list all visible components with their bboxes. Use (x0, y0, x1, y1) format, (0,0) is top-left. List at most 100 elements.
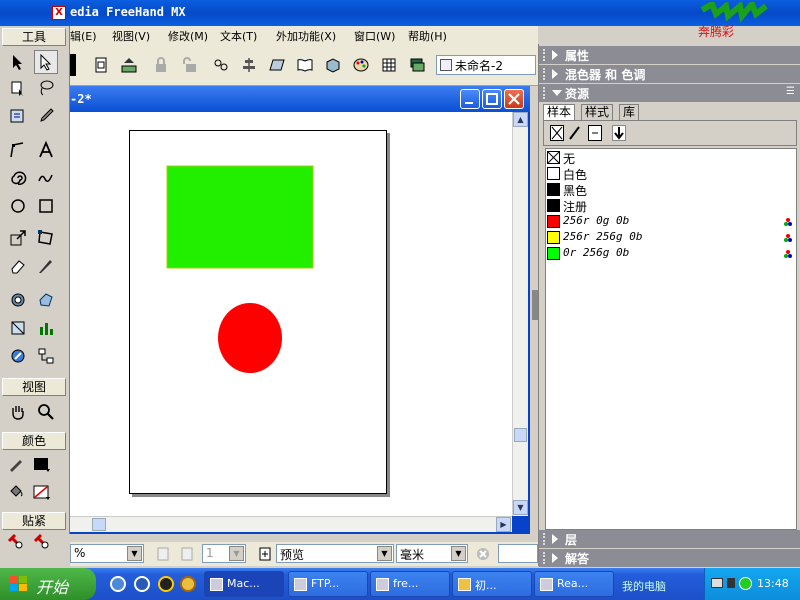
swatch-row[interactable]: 0r 256g 0b (546, 246, 796, 262)
knife-tool[interactable] (34, 254, 58, 278)
swatch-row[interactable]: 白色 (546, 166, 796, 182)
text-mode-button[interactable] (588, 125, 602, 141)
menu-view[interactable]: 视图(V) (112, 28, 150, 44)
menu-modify[interactable]: 修改(M) (168, 28, 208, 44)
swatch-row[interactable]: 无 (546, 150, 796, 166)
task-realplayer[interactable]: Rea... (534, 571, 614, 597)
cancel-render-button[interactable] (472, 543, 494, 565)
swatch-row[interactable]: 256r 0g 0b (546, 214, 796, 230)
maximize-button[interactable] (482, 89, 502, 109)
panel-menu-icon[interactable]: ☰ (786, 86, 795, 97)
distort-tool[interactable] (34, 226, 58, 250)
menu-xtras[interactable]: 外加功能(X) (276, 28, 336, 44)
horizontal-scrollbar[interactable]: ▶ (70, 516, 512, 532)
stroke-color-swatch[interactable] (30, 452, 54, 476)
tab-swatches[interactable]: 样本 (543, 104, 576, 120)
export-button[interactable] (118, 54, 140, 76)
menu-text[interactable]: 文本(T) (220, 28, 257, 44)
zoom-tool[interactable] (34, 400, 58, 424)
assets-panel-header[interactable]: 资源 ☰ (539, 84, 800, 102)
layers-button[interactable] (406, 54, 428, 76)
panel-splitter-handle[interactable] (532, 290, 538, 320)
trace-tool[interactable] (6, 104, 30, 128)
task-macromedia[interactable]: Mac... (204, 571, 284, 597)
page-number-select[interactable]: 1 ▼ (202, 544, 246, 563)
speaker-icon[interactable] (727, 578, 735, 588)
view-mode-select[interactable]: 预览 ▼ (276, 544, 394, 563)
lock-button[interactable] (150, 54, 172, 76)
scroll-down-arrow[interactable]: ▼ (513, 500, 528, 515)
document-select[interactable]: 未命名-2 (436, 55, 536, 75)
next-page-button[interactable] (176, 543, 198, 565)
subselect-tool[interactable] (34, 50, 58, 74)
object-button[interactable] (322, 54, 344, 76)
connector-tool[interactable] (34, 344, 58, 368)
layers-panel-header[interactable]: 层 (539, 530, 800, 548)
task-ftp[interactable]: FTP... (288, 571, 368, 597)
align-button[interactable] (238, 54, 260, 76)
clock[interactable]: 13:48 (757, 577, 789, 590)
envelope-tool[interactable] (34, 288, 58, 312)
pen-tool[interactable] (6, 138, 30, 162)
unlock-button[interactable] (178, 54, 200, 76)
quicklaunch-media-icon[interactable] (134, 576, 150, 592)
document-page[interactable] (129, 130, 387, 494)
fill-color-icon-button[interactable] (4, 480, 28, 504)
stroke-color-icon-button[interactable] (4, 452, 28, 476)
vertical-scrollbar[interactable]: ▲ ▼ (512, 112, 528, 516)
red-ellipse[interactable] (218, 303, 282, 373)
group-button[interactable] (210, 54, 232, 76)
menu-edit[interactable]: 辑(E) (70, 28, 97, 44)
snap-to-guide-button[interactable] (30, 530, 54, 554)
text-tool[interactable] (34, 138, 58, 162)
rectangle-tool[interactable] (34, 194, 58, 218)
import-button[interactable] (90, 54, 112, 76)
quicklaunch-app-icon[interactable] (180, 576, 196, 592)
swatch-row[interactable]: 注册 (546, 198, 796, 214)
skew-button[interactable] (266, 54, 288, 76)
zoom-select[interactable]: % ▼ (70, 544, 144, 563)
units-select[interactable]: 毫米 ▼ (396, 544, 468, 563)
green-rectangle[interactable] (166, 165, 314, 269)
app-icon[interactable]: X (52, 6, 66, 20)
swatch-row[interactable]: 黑色 (546, 182, 796, 198)
add-page-button[interactable] (254, 543, 276, 565)
properties-panel-header[interactable]: 属性 (539, 46, 800, 64)
tab-styles[interactable]: 样式 (581, 104, 614, 120)
eraser-tool[interactable] (6, 254, 30, 278)
table-button[interactable] (378, 54, 400, 76)
network-icon[interactable] (739, 577, 752, 590)
spiral-tool[interactable] (6, 166, 30, 190)
scale-tool[interactable] (6, 226, 30, 250)
keyboard-icon[interactable] (711, 578, 723, 588)
add-swatch-button[interactable] (612, 125, 626, 141)
transform-tool[interactable] (6, 316, 30, 340)
app-title-bar[interactable]: X edia FreeHand MX 奔腾彩 (0, 0, 800, 39)
start-button[interactable]: 开始 (0, 568, 96, 600)
scroll-up-arrow[interactable]: ▲ (513, 112, 528, 127)
menu-window[interactable]: 窗口(W) (354, 28, 395, 44)
color-palette-button[interactable] (350, 54, 372, 76)
swatch-list[interactable]: 无白色 黑色 注册 256r 0g 0b 256r 256g 0b 0r 256g 0b (545, 148, 797, 530)
answers-panel-header[interactable]: 解答 (539, 549, 800, 567)
quicklaunch-ie-icon[interactable] (110, 576, 126, 592)
task-folder[interactable]: 初... (452, 571, 532, 597)
snap-to-point-button[interactable] (4, 530, 28, 554)
freeform-tool[interactable] (34, 166, 58, 190)
fill-mode-button[interactable] (550, 125, 564, 141)
horizontal-scroll-thumb[interactable] (92, 518, 106, 531)
menu-help[interactable]: 帮助(H) (408, 28, 447, 44)
pointer-tool[interactable] (6, 50, 30, 74)
minimize-button[interactable] (460, 89, 480, 109)
ellipse-tool[interactable] (6, 194, 30, 218)
stroke-mode-button[interactable] (568, 125, 582, 141)
swatch-row[interactable]: 256r 256g 0b (546, 230, 796, 246)
book-button[interactable] (294, 54, 316, 76)
vertical-scroll-thumb[interactable] (514, 428, 527, 442)
mixer-panel-header[interactable]: 混色器 和 色调 (539, 65, 800, 83)
blend-tool[interactable] (6, 288, 30, 312)
task-word[interactable]: fre... (370, 571, 450, 597)
lasso-tool[interactable] (34, 76, 58, 100)
quicklaunch-qq-icon[interactable] (158, 576, 174, 592)
drawing-canvas[interactable] (70, 112, 512, 516)
